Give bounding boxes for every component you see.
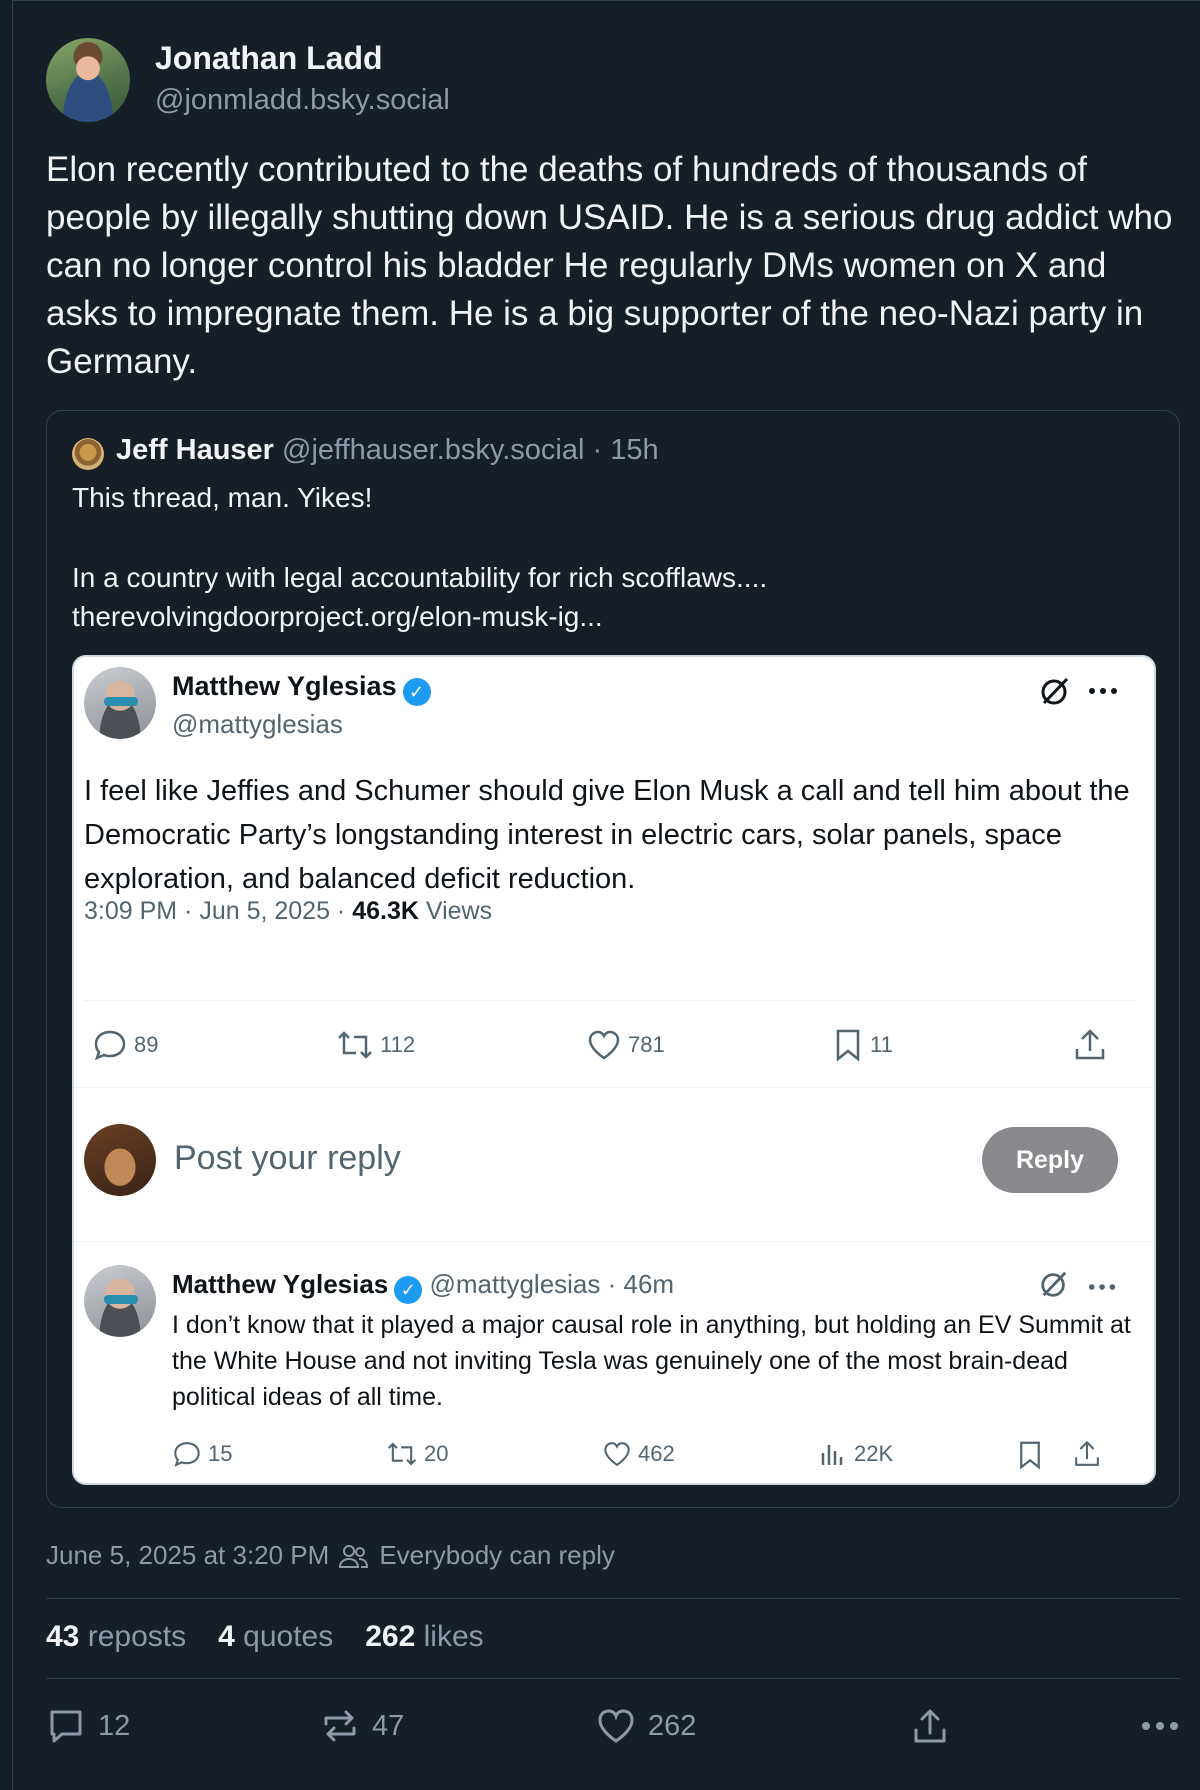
quote-author-avatar: [72, 438, 104, 470]
reply-author-name: Matthew Yglesias: [172, 1269, 389, 1299]
verified-badge-icon: ✓: [402, 678, 431, 706]
quote-text-line: This thread, man. Yikes!: [72, 482, 373, 513]
tweet-author-handle: @mattyglesias: [172, 709, 343, 739]
more-options-button[interactable]: [1130, 1720, 1180, 1732]
share-button[interactable]: [910, 1706, 1130, 1746]
reply-retweet-action: 20: [386, 1439, 448, 1469]
tweet-body: I feel like Jeffies and Schumer should g…: [84, 775, 1130, 895]
post-text: Elon recently contributed to the deaths …: [46, 150, 1173, 381]
reply-setting: Everybody can reply: [379, 1540, 615, 1570]
grok-icon: [1039, 1269, 1069, 1304]
divider: [46, 1598, 1180, 1599]
reply-views-action: 22K: [818, 1439, 893, 1469]
like-button[interactable]: 262: [596, 1706, 910, 1746]
tweet-retweet-action: 112: [336, 1027, 415, 1063]
more-options-icon: [1088, 683, 1120, 701]
quote-link[interactable]: therevolvingdoorproject.org/elon-musk-ig…: [72, 601, 603, 633]
tweet-author-name: Matthew Yglesias ✓: [172, 671, 431, 706]
post-timestamp-row: June 5, 2025 at 3:20 PM Everybody can re…: [46, 1540, 615, 1571]
verified-badge-icon: ✓: [394, 1276, 423, 1304]
reply-reply-action: 15: [172, 1439, 232, 1469]
quote-author-name: Jeff Hauser: [116, 434, 274, 466]
tweet-reply-action: 89: [92, 1027, 158, 1063]
retweet-icon: [387, 1442, 417, 1466]
quote-author-meta: @jeffhauser.bsky.social · 15h: [282, 434, 659, 466]
retweet-icon: [338, 1031, 372, 1059]
quote-text-line: In a country with legal accountability f…: [72, 562, 768, 593]
author-avatar[interactable]: [46, 38, 130, 122]
author-name[interactable]: Jonathan Ladd: [155, 40, 383, 77]
author-handle[interactable]: @jonmladd.bsky.social: [155, 84, 450, 117]
quote-header: Jeff Hauser @jeffhauser.bsky.social · 15…: [116, 434, 659, 467]
heart-icon: [604, 1442, 630, 1467]
tweet-bookmark-action: 11: [832, 1027, 893, 1063]
post-stats: 43 reposts 4 quotes 262 likes: [46, 1620, 484, 1654]
share-icon: [1072, 1439, 1102, 1474]
heart-icon: [588, 1030, 620, 1060]
post-action-bar: 12 47 262: [46, 1706, 1180, 1746]
reposts-stat[interactable]: 43 reposts: [46, 1620, 186, 1654]
reply-button[interactable]: 12: [46, 1706, 320, 1746]
divider: [84, 1000, 1134, 1001]
share-icon: [1072, 1027, 1108, 1068]
views-icon: [821, 1445, 843, 1465]
reply-author-avatar: [84, 1265, 156, 1337]
reply-composer-avatar: [84, 1124, 156, 1196]
quotes-stat[interactable]: 4 quotes: [218, 1620, 333, 1654]
heart-icon: [598, 1709, 634, 1743]
repost-button[interactable]: 47: [320, 1706, 596, 1746]
tweet-author-avatar: [84, 667, 156, 739]
repost-icon: [324, 1710, 356, 1742]
reply-icon: [50, 1710, 82, 1743]
bookmark-icon: [836, 1029, 860, 1062]
tweet-like-action: 781: [586, 1027, 665, 1063]
reply-icon: [174, 1442, 200, 1467]
reply-author-meta: @mattyglesias · 46m: [429, 1269, 675, 1299]
share-icon: [914, 1709, 946, 1743]
tweet-views-count: 46.3K: [352, 897, 419, 925]
tweet-meta: 3:09 PM · Jun 5, 2025 · 46.3K Views: [84, 897, 493, 925]
reply-author-line: Matthew Yglesias ✓ @mattyglesias · 46m: [172, 1269, 674, 1304]
people-icon: [339, 1544, 369, 1568]
divider: [74, 1241, 1154, 1242]
reply-composer-placeholder: Post your reply: [174, 1139, 401, 1177]
grok-icon: [1039, 675, 1071, 712]
reply-button: Reply: [982, 1127, 1118, 1193]
more-options-icon: [1142, 1722, 1178, 1730]
reply-like-action: 462: [602, 1439, 675, 1469]
more-options-icon: [1088, 1279, 1118, 1297]
likes-stat[interactable]: 262 likes: [365, 1620, 483, 1654]
divider: [46, 1678, 1180, 1679]
embedded-screenshot: Matthew Yglesias ✓ @mattyglesias I feel l…: [72, 655, 1156, 1485]
reply-body: I don’t know that it played a major caus…: [172, 1311, 1131, 1411]
reply-icon: [94, 1030, 126, 1061]
post-timestamp: June 5, 2025 at 3:20 PM: [46, 1540, 330, 1570]
divider: [74, 1087, 1154, 1088]
bookmark-icon: [1016, 1439, 1044, 1476]
